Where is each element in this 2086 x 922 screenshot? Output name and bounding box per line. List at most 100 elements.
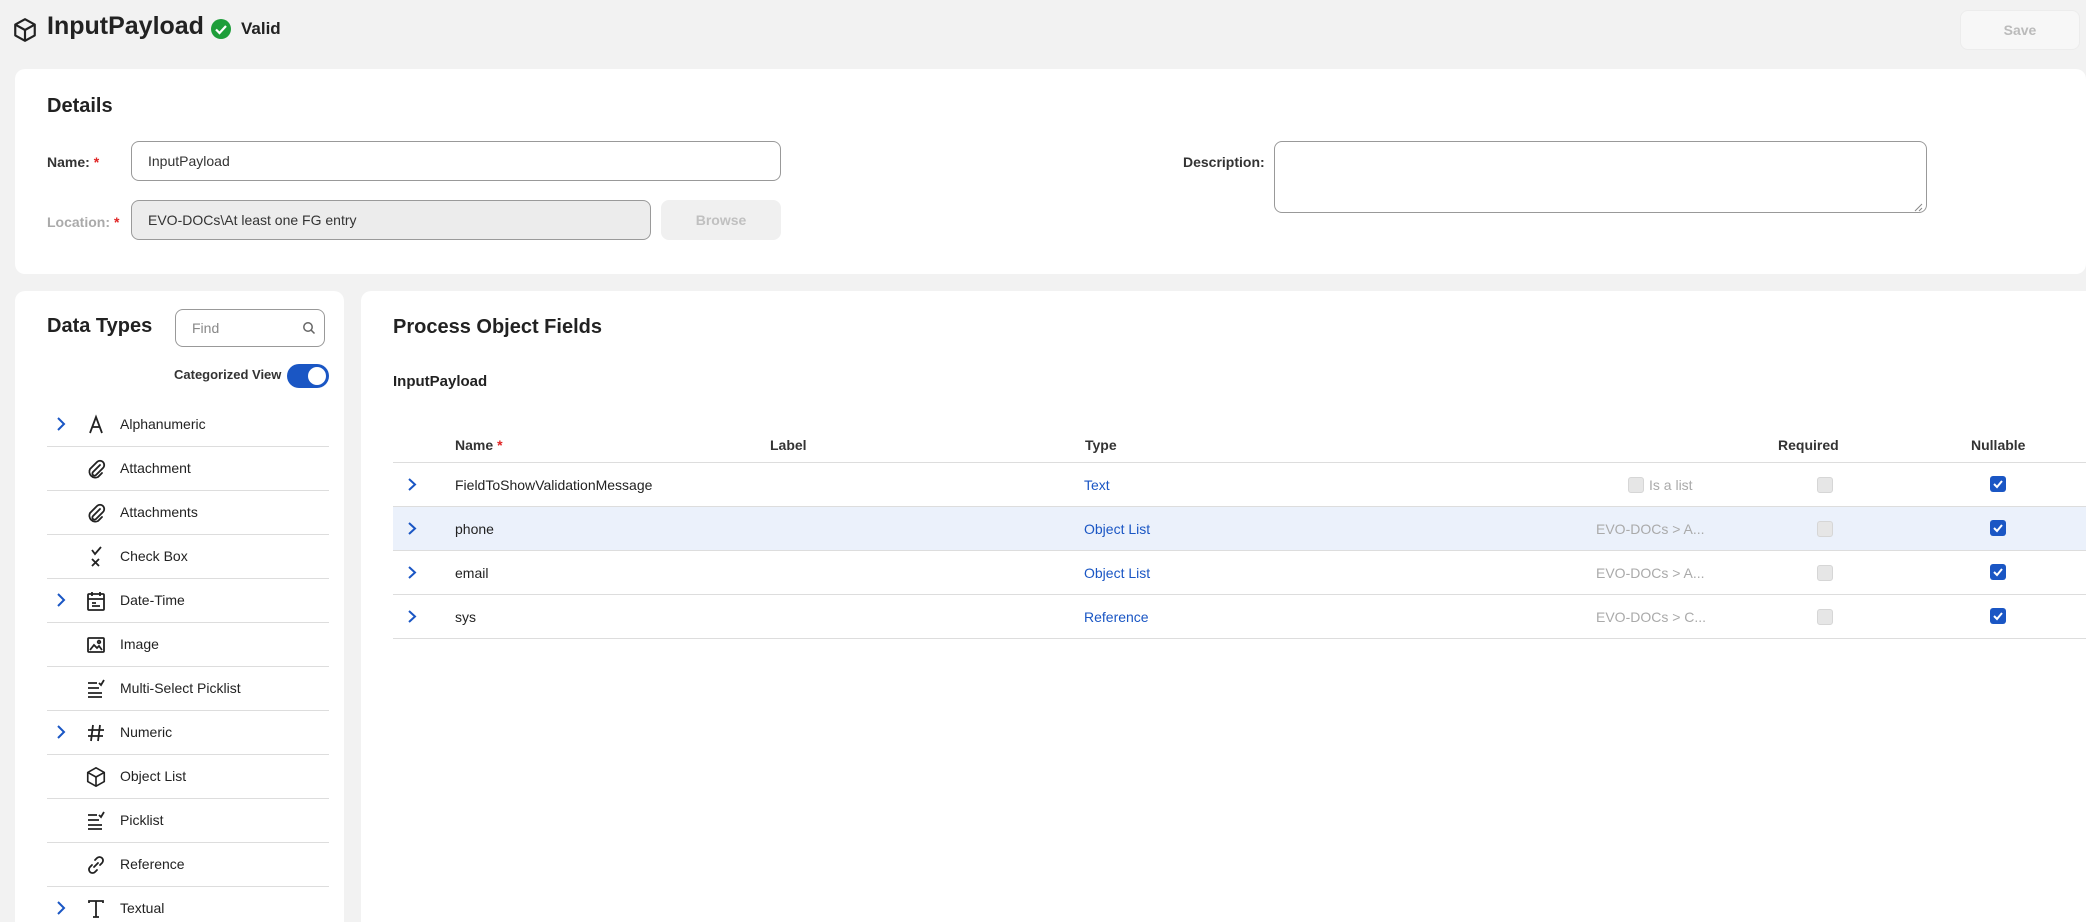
data-type-label: Date-Time xyxy=(120,592,185,608)
chevron-right-icon[interactable] xyxy=(407,565,417,580)
image-icon xyxy=(85,634,107,656)
field-name: sys xyxy=(455,609,476,625)
data-type-item-alphanumeric[interactable]: Alphanumeric xyxy=(47,403,329,447)
data-type-item-date-time[interactable]: Date-Time xyxy=(47,579,329,623)
categorized-view-label: Categorized View xyxy=(174,367,282,382)
chevron-right-icon[interactable] xyxy=(407,521,417,536)
find-placeholder: Find xyxy=(192,320,220,336)
required-checkbox xyxy=(1817,521,1833,537)
data-types-title: Data Types xyxy=(47,315,153,337)
field-type-link[interactable]: Object List xyxy=(1084,565,1150,581)
data-types-list: Alphanumeric Attachment Attachments Check B… xyxy=(47,403,329,922)
table-header: Name * Label Type Required Nullable xyxy=(393,431,2086,463)
details-title: Details xyxy=(47,95,113,117)
chevron-right-icon[interactable] xyxy=(55,592,67,608)
data-type-label: Picklist xyxy=(120,812,164,828)
fields-table: Name * Label Type Required Nullable Field… xyxy=(393,431,2086,639)
data-type-item-check-box[interactable]: Check Box xyxy=(47,535,329,579)
data-type-label: Alphanumeric xyxy=(120,416,206,432)
check-circle-icon xyxy=(210,18,232,40)
list-check-icon xyxy=(85,678,107,700)
data-type-item-multi-select-picklist[interactable]: Multi-Select Picklist xyxy=(47,667,329,711)
browse-button[interactable]: Browse xyxy=(661,200,781,240)
nullable-checkbox[interactable] xyxy=(1990,476,2006,492)
table-row[interactable]: phone Object List EVO-DOCs > A... xyxy=(393,507,2086,551)
chevron-right-icon[interactable] xyxy=(55,416,67,432)
data-types-panel: Data Types Find Categorized View Alphanu… xyxy=(15,291,344,922)
paperclip-icon xyxy=(85,458,107,480)
description-textarea[interactable] xyxy=(1274,141,1927,213)
data-type-label: Numeric xyxy=(120,724,173,740)
object-name: InputPayload xyxy=(393,373,488,390)
table-row[interactable]: sys Reference EVO-DOCs > C... xyxy=(393,595,2086,639)
field-name: FieldToShowValidationMessage xyxy=(455,477,653,493)
letter-a-icon xyxy=(85,414,107,436)
field-name: email xyxy=(455,565,489,581)
link-icon xyxy=(85,854,107,876)
status-badge: Valid xyxy=(241,19,281,38)
name-input[interactable]: InputPayload xyxy=(131,141,781,181)
table-row[interactable]: email Object List EVO-DOCs > A... xyxy=(393,551,2086,595)
data-type-item-numeric[interactable]: Numeric xyxy=(47,711,329,755)
required-checkbox xyxy=(1817,477,1833,493)
fields-title: Process Object Fields xyxy=(393,316,602,338)
data-type-item-object-list[interactable]: Object List xyxy=(47,755,329,799)
required-marker: * xyxy=(114,214,120,230)
find-input[interactable]: Find xyxy=(175,309,325,347)
data-type-item-attachments[interactable]: Attachments xyxy=(47,491,329,535)
chevron-right-icon[interactable] xyxy=(55,724,67,740)
data-type-label: Multi-Select Picklist xyxy=(120,680,241,696)
field-type-path: EVO-DOCs > A... xyxy=(1596,521,1705,537)
process-object-fields-panel: Process Object Fields InputPayload Name *… xyxy=(361,291,2086,922)
is-a-list-checkbox xyxy=(1628,477,1644,493)
data-type-label: Attachments xyxy=(120,504,198,520)
checkbox-icon xyxy=(85,546,107,568)
data-type-item-picklist[interactable]: Picklist xyxy=(47,799,329,843)
calendar-icon xyxy=(85,590,107,612)
field-type-path: EVO-DOCs > C... xyxy=(1596,609,1707,625)
column-header-label[interactable]: Label xyxy=(770,437,807,453)
hash-icon xyxy=(85,722,107,744)
column-header-type[interactable]: Type xyxy=(1085,437,1117,453)
field-type-link[interactable]: Object List xyxy=(1084,521,1150,537)
name-label: Name: * xyxy=(47,154,100,170)
column-header-nullable[interactable]: Nullable xyxy=(1971,437,2025,453)
chevron-right-icon[interactable] xyxy=(407,609,417,624)
data-type-label: Textual xyxy=(120,900,165,916)
chevron-right-icon[interactable] xyxy=(407,477,417,492)
data-type-label: Attachment xyxy=(120,460,191,476)
save-button[interactable]: Save xyxy=(1960,10,2080,50)
categorized-view-toggle[interactable] xyxy=(287,364,329,388)
required-marker: * xyxy=(497,437,503,453)
cube-icon xyxy=(12,17,38,43)
required-checkbox xyxy=(1817,565,1833,581)
cube-icon xyxy=(85,766,107,788)
data-type-item-attachment[interactable]: Attachment xyxy=(47,447,329,491)
chevron-right-icon[interactable] xyxy=(55,900,67,916)
is-a-list-label: Is a list xyxy=(1649,477,1693,493)
nullable-checkbox[interactable] xyxy=(1990,564,2006,580)
nullable-checkbox[interactable] xyxy=(1990,608,2006,624)
field-type-path: EVO-DOCs > A... xyxy=(1596,565,1705,581)
resize-grip-icon[interactable] xyxy=(1913,199,1923,212)
field-name: phone xyxy=(455,521,494,537)
data-type-item-textual[interactable]: Textual xyxy=(47,887,329,922)
field-type-link[interactable]: Reference xyxy=(1084,609,1149,625)
data-type-label: Check Box xyxy=(120,548,188,564)
page-title: InputPayload xyxy=(47,12,204,40)
required-marker: * xyxy=(93,154,100,170)
top-bar: InputPayload Valid Save xyxy=(0,0,2086,60)
list-check-icon xyxy=(85,810,107,832)
column-header-required[interactable]: Required xyxy=(1778,437,1839,453)
data-type-item-image[interactable]: Image xyxy=(47,623,329,667)
required-checkbox xyxy=(1817,609,1833,625)
column-header-name[interactable]: Name * xyxy=(455,437,503,453)
data-type-item-reference[interactable]: Reference xyxy=(47,843,329,887)
description-label: Description: xyxy=(1183,154,1265,170)
data-type-label: Object List xyxy=(120,768,187,784)
letter-t-icon xyxy=(85,898,107,920)
nullable-checkbox[interactable] xyxy=(1990,520,2006,536)
location-input: EVO-DOCs\At least one FG entry xyxy=(131,200,651,240)
field-type-link[interactable]: Text xyxy=(1084,477,1110,493)
table-row[interactable]: FieldToShowValidationMessage Text Is a lis… xyxy=(393,463,2086,507)
